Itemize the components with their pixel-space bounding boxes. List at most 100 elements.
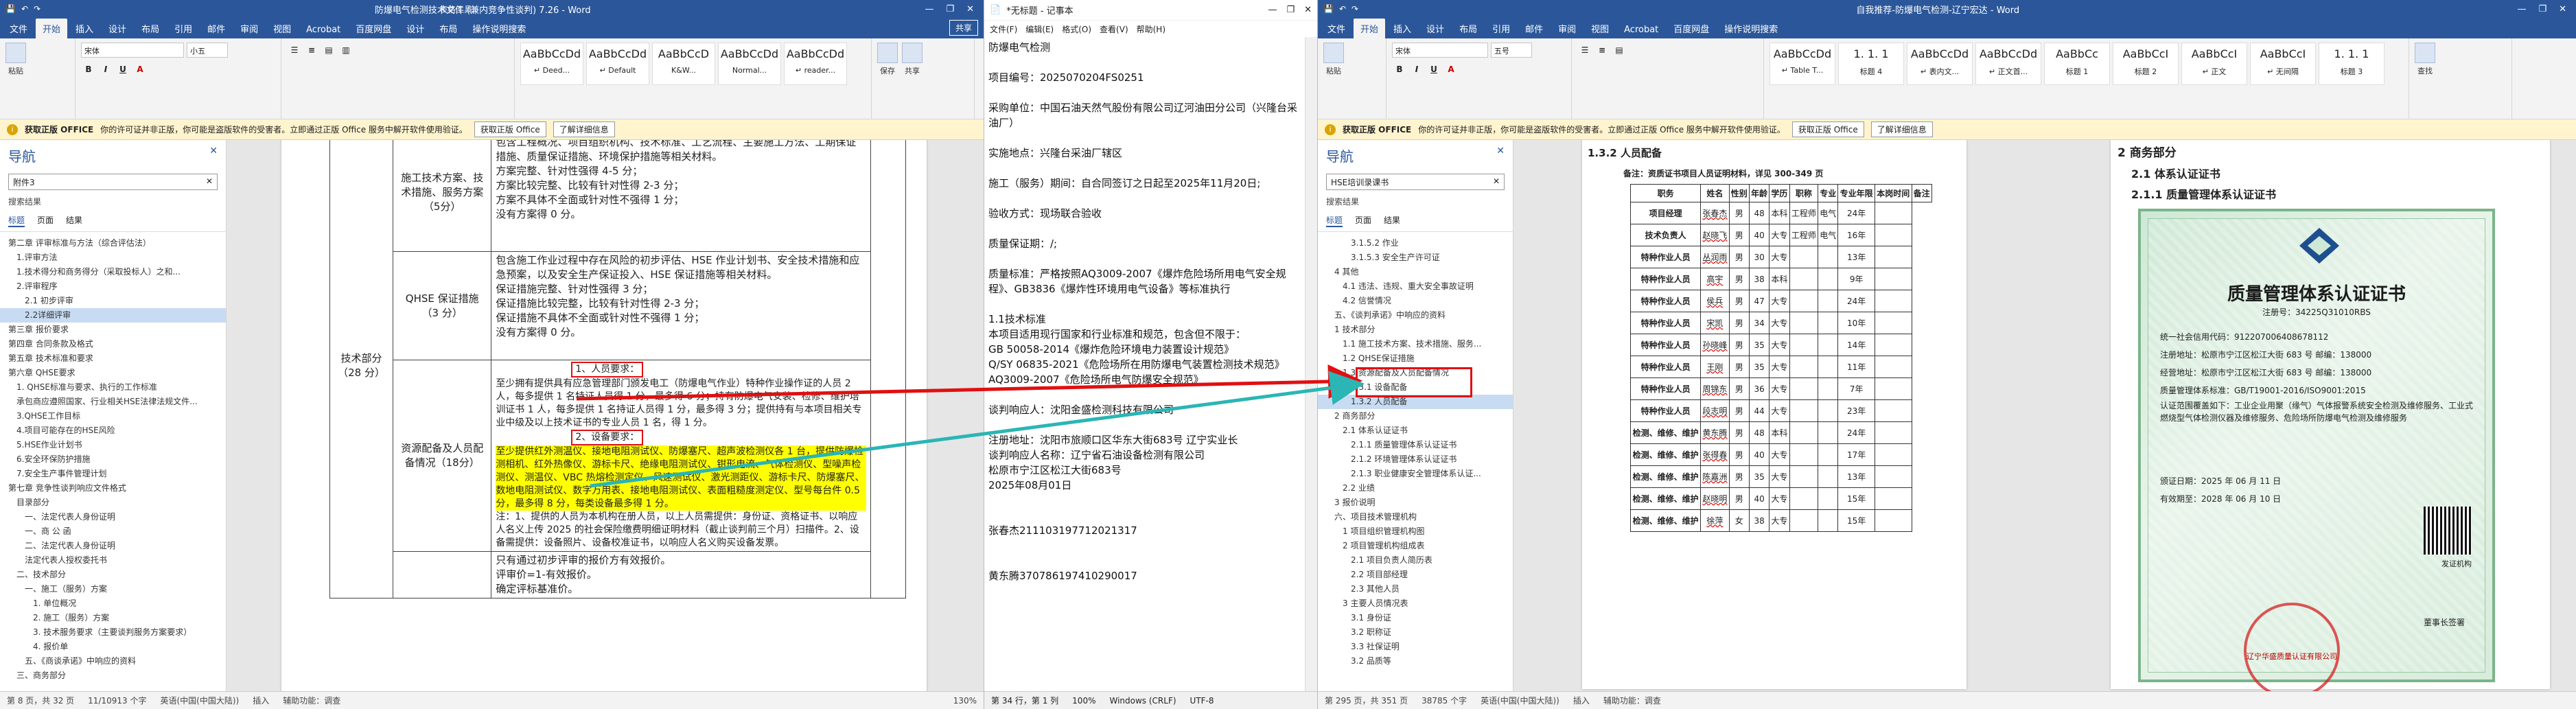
nav-heading-item[interactable]: 法定代表人授权委托书 [0,553,226,568]
clear-icon[interactable]: ✕ [1493,176,1500,187]
bold-button[interactable]: B [81,62,96,77]
nav-heading-item[interactable]: 3.1.5.2 作业 [1318,236,1513,251]
nav-heading-item[interactable]: 2.2 项目部经理 [1318,568,1513,582]
underline-button[interactable]: U [1426,62,1441,77]
nav-heading-item[interactable]: 3.1.5.3 安全生产许可证 [1318,251,1513,265]
tab-layout[interactable]: 布局 [135,19,166,38]
nav-heading-item[interactable]: 1 技术部分 [1318,323,1513,337]
close-icon[interactable]: ✕ [1304,5,1312,15]
nav-heading-item[interactable]: 4.项目可能存在的HSE风险 [0,423,226,438]
style-item[interactable]: AaBbCcI ↵ 正文 [2181,43,2247,85]
nav-heading-item[interactable]: 二、技术部分 [0,568,226,582]
tab-baidu[interactable]: 百度网盘 [349,19,398,38]
nav-heading-item[interactable]: 承包商应遵照国家、行业相关HSE法律法规文件... [0,395,226,409]
tab-file[interactable]: 文件 [1321,19,1352,38]
nav-heading-item[interactable]: 2. 施工（服务）方案 [0,611,226,625]
tab-view[interactable]: 视图 [266,19,298,38]
bullets-icon[interactable]: ☰ [1577,43,1592,58]
nav-heading-item[interactable]: 4.1 违法、违规、重大安全事故证明 [1318,279,1513,294]
font-name-box[interactable]: 宋体 [81,43,184,58]
nav-tab-results[interactable]: 结果 [1384,214,1400,227]
nav-heading-item[interactable]: 2.2详细评审 [0,308,226,323]
nav-heading-item[interactable]: 3.3 社保证明 [1318,640,1513,654]
vertical-scrollbar[interactable] [1305,37,1317,691]
style-item[interactable]: 1. 1. 1 标题 3 [2319,43,2384,85]
save-icon[interactable]: 💾 [5,4,16,14]
font-color-icon[interactable]: A [132,62,148,77]
nav-heading-item[interactable]: 第七章 竞争性谈判响应文件格式 [0,481,226,496]
style-item[interactable]: AaBbCcDd Normal... [718,43,781,85]
restore-icon[interactable]: ❐ [946,4,954,14]
nav-heading-item[interactable]: 2.3 其他人员 [1318,582,1513,596]
tab-view[interactable]: 视图 [1584,19,1616,38]
notepad-text-area[interactable]: 防爆电气检测 项目编号：2025070204FS0251 采购单位：中国石油天然… [984,37,1305,691]
align-center-icon[interactable]: ▥ [338,43,353,58]
get-office-button[interactable]: 获取正版 Office [474,121,546,137]
nav-heading-item[interactable]: 1.2 QHSE保证措施 [1318,351,1513,366]
menu-edit[interactable]: 编辑(E) [1025,23,1054,35]
restore-icon[interactable]: ❐ [2538,4,2546,14]
nav-heading-item[interactable]: 3.2 职称证 [1318,625,1513,640]
tab-design[interactable]: 设计 [102,19,133,38]
nav-heading-item[interactable]: 2.1 项目负责人简历表 [1318,553,1513,568]
paste-button[interactable]: 粘贴 [1323,43,1344,76]
tab-file[interactable]: 文件 [3,19,34,38]
menu-format[interactable]: 格式(O) [1062,23,1091,35]
nav-heading-item[interactable]: 1. QHSE标准与要求、执行的工作标准 [0,380,226,395]
nav-heading-item[interactable]: 五、《商谈承诺》中响应的资料 [0,654,226,669]
close-icon[interactable]: ✕ [1496,146,1505,165]
tell-me-search[interactable]: 操作说明搜索 [465,19,533,38]
style-item[interactable]: AaBbCc 标题 1 [2044,43,2110,85]
nav-heading-item[interactable]: 五、《谈判承诺》中响应的资料 [1318,308,1513,323]
nav-heading-item[interactable]: 2.1.2 环境管理体系认证证书 [1318,452,1513,467]
align-left-icon[interactable]: ▤ [321,43,336,58]
nav-heading-item[interactable]: 3.1 身份证 [1318,611,1513,625]
get-office-button[interactable]: 获取正版 Office [1791,121,1864,137]
nav-heading-item[interactable]: 3.QHSE工作目标 [0,409,226,423]
tab-references[interactable]: 引用 [167,19,199,38]
clear-icon[interactable]: ✕ [206,176,213,187]
nav-heading-item[interactable]: 2.2 业绩 [1318,481,1513,496]
nav-heading-item[interactable]: 2.1 体系认证证书 [1318,423,1513,438]
nav-heading-item[interactable]: 六、项目技术管理机构 [1318,510,1513,524]
align-left-icon[interactable]: ▤ [1612,43,1627,58]
tab-review[interactable]: 审阅 [1551,19,1583,38]
nav-heading-item[interactable]: 1.评审方法 [0,251,226,265]
nav-heading-item[interactable]: 2.评审程序 [0,279,226,294]
tab-references[interactable]: 引用 [1485,19,1517,38]
nav-heading-item[interactable]: 一、商 公 函 [0,524,226,539]
italic-button[interactable]: I [98,62,113,77]
tab-acrobat[interactable]: Acrobat [1617,21,1665,38]
save-icon[interactable]: 💾 [1323,4,1334,14]
italic-button[interactable]: I [1409,62,1424,77]
nav-heading-item[interactable]: 1.1 施工技术方案、技术措施、服务... [1318,337,1513,351]
tab-home[interactable]: 开始 [36,19,68,38]
nav-heading-item[interactable]: 1.技术得分和商务得分（采取投标人）之和... [0,265,226,279]
nav-heading-item[interactable]: 1. 单位概况 [0,596,226,611]
nav-heading-item[interactable]: 2 项目管理机构组成表 [1318,539,1513,553]
tab-insert[interactable]: 插入 [1386,19,1418,38]
nav-heading-item[interactable]: 2.1.3 职业健康安全管理体系认证... [1318,467,1513,481]
style-item[interactable]: AaBbCcDd ↵ reader... [784,43,847,85]
learn-more-button[interactable]: 了解详细信息 [1870,121,1933,137]
menu-help[interactable]: 帮助(H) [1137,23,1165,35]
nav-tab-headings[interactable]: 标题 [8,214,25,227]
style-item[interactable]: AaBbCcI 标题 2 [2113,43,2179,85]
zoom-level[interactable]: 130% [953,696,977,706]
nav-heading-item[interactable]: 4. 报价单 [0,640,226,654]
bullets-icon[interactable]: ☰ [287,43,302,58]
nav-heading-item[interactable]: 2.1 初步评审 [0,294,226,308]
tab-mailings[interactable]: 邮件 [200,19,232,38]
tell-me-search[interactable]: 操作说明搜索 [1717,19,1785,38]
nav-heading-item[interactable]: 三、商务部分 [0,669,226,683]
nav-heading-item[interactable]: 4 其他 [1318,265,1513,279]
undo-icon[interactable]: ↶ [1339,4,1346,14]
nav-heading-item[interactable]: 3.2 品质等 [1318,654,1513,669]
style-item[interactable]: AaBbCcDd ↵ Deed... [520,43,583,85]
learn-more-button[interactable]: 了解详细信息 [553,121,615,137]
minimize-icon[interactable]: — [2517,4,2526,14]
tab-baidu[interactable]: 百度网盘 [1667,19,1716,38]
style-item[interactable]: 1. 1. 1 标题 4 [1838,43,1904,85]
style-item[interactable]: AaBbCcDd ↵ 正文首... [1975,43,2041,85]
nav-heading-item[interactable]: 一、施工（服务）方案 [0,582,226,596]
